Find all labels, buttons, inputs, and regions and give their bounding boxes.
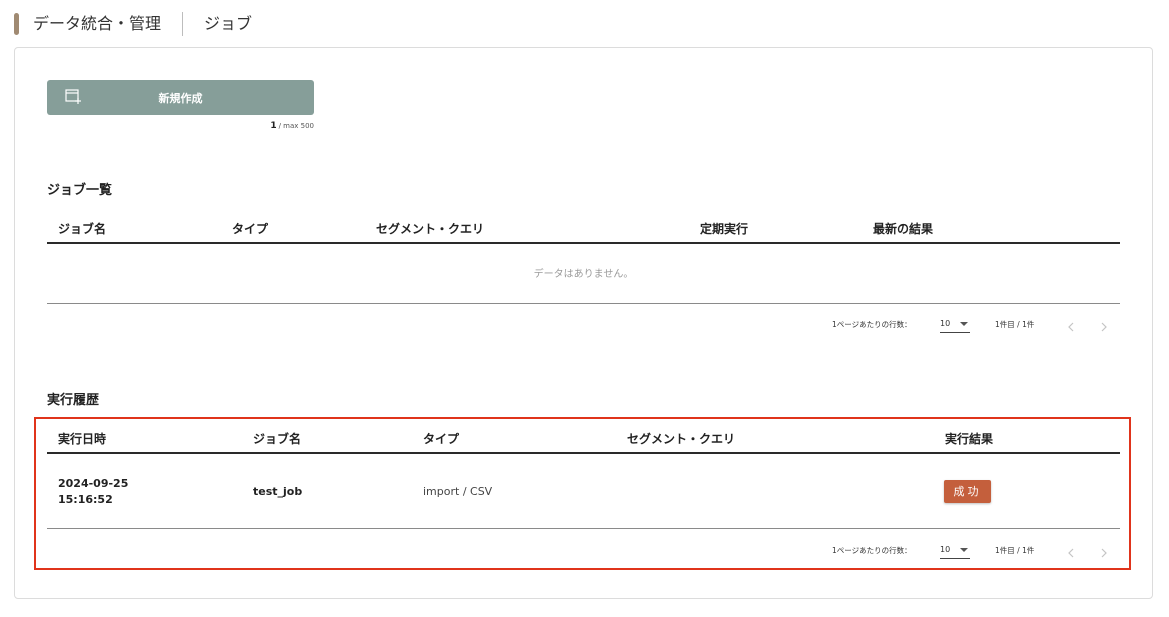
- breadcrumb-divider: [182, 12, 183, 36]
- create-job-button[interactable]: 新規作成: [47, 80, 314, 115]
- job-list-rows-per-page-label: 1ページあたりの行数：: [832, 320, 912, 329]
- job-list-range: 1件目 / 1件: [995, 320, 1035, 329]
- chevron-down-icon: [960, 322, 968, 326]
- highlight-box: [34, 417, 1131, 570]
- job-list-title: ジョブ一覧: [47, 183, 113, 198]
- job-count: 1/ max 500: [200, 121, 314, 131]
- job-count-current: 1: [270, 121, 277, 131]
- job-list-next-page-button[interactable]: [1098, 318, 1110, 332]
- job-list-header-type[interactable]: タイプ: [232, 220, 268, 237]
- breadcrumb-section[interactable]: データ統合・管理: [33, 13, 161, 35]
- page-title: ジョブ: [204, 14, 253, 33]
- job-list-header-schedule[interactable]: 定期実行: [700, 220, 748, 237]
- history-title: 実行履歴: [47, 393, 100, 408]
- header-accent-bar: [14, 13, 19, 35]
- job-list-rows-per-page-value: 10: [940, 319, 951, 328]
- job-list-prev-page-button[interactable]: [1066, 318, 1078, 332]
- job-list-header-name[interactable]: ジョブ名: [58, 220, 106, 237]
- job-count-max: / max 500: [278, 122, 314, 130]
- job-list-header-rule: [47, 242, 1120, 244]
- chevron-right-icon: [1101, 322, 1107, 332]
- job-list-empty-message: データはありません。: [533, 269, 634, 280]
- job-list-rows-per-page-select[interactable]: 10: [940, 318, 970, 333]
- create-job-label: 新規作成: [158, 92, 203, 105]
- chevron-left-icon: [1068, 322, 1074, 332]
- job-list-bottom-rule: [47, 303, 1120, 304]
- job-list-header-latest-result[interactable]: 最新の結果: [873, 220, 933, 237]
- job-list-header-segment[interactable]: セグメント・クエリ: [376, 220, 484, 237]
